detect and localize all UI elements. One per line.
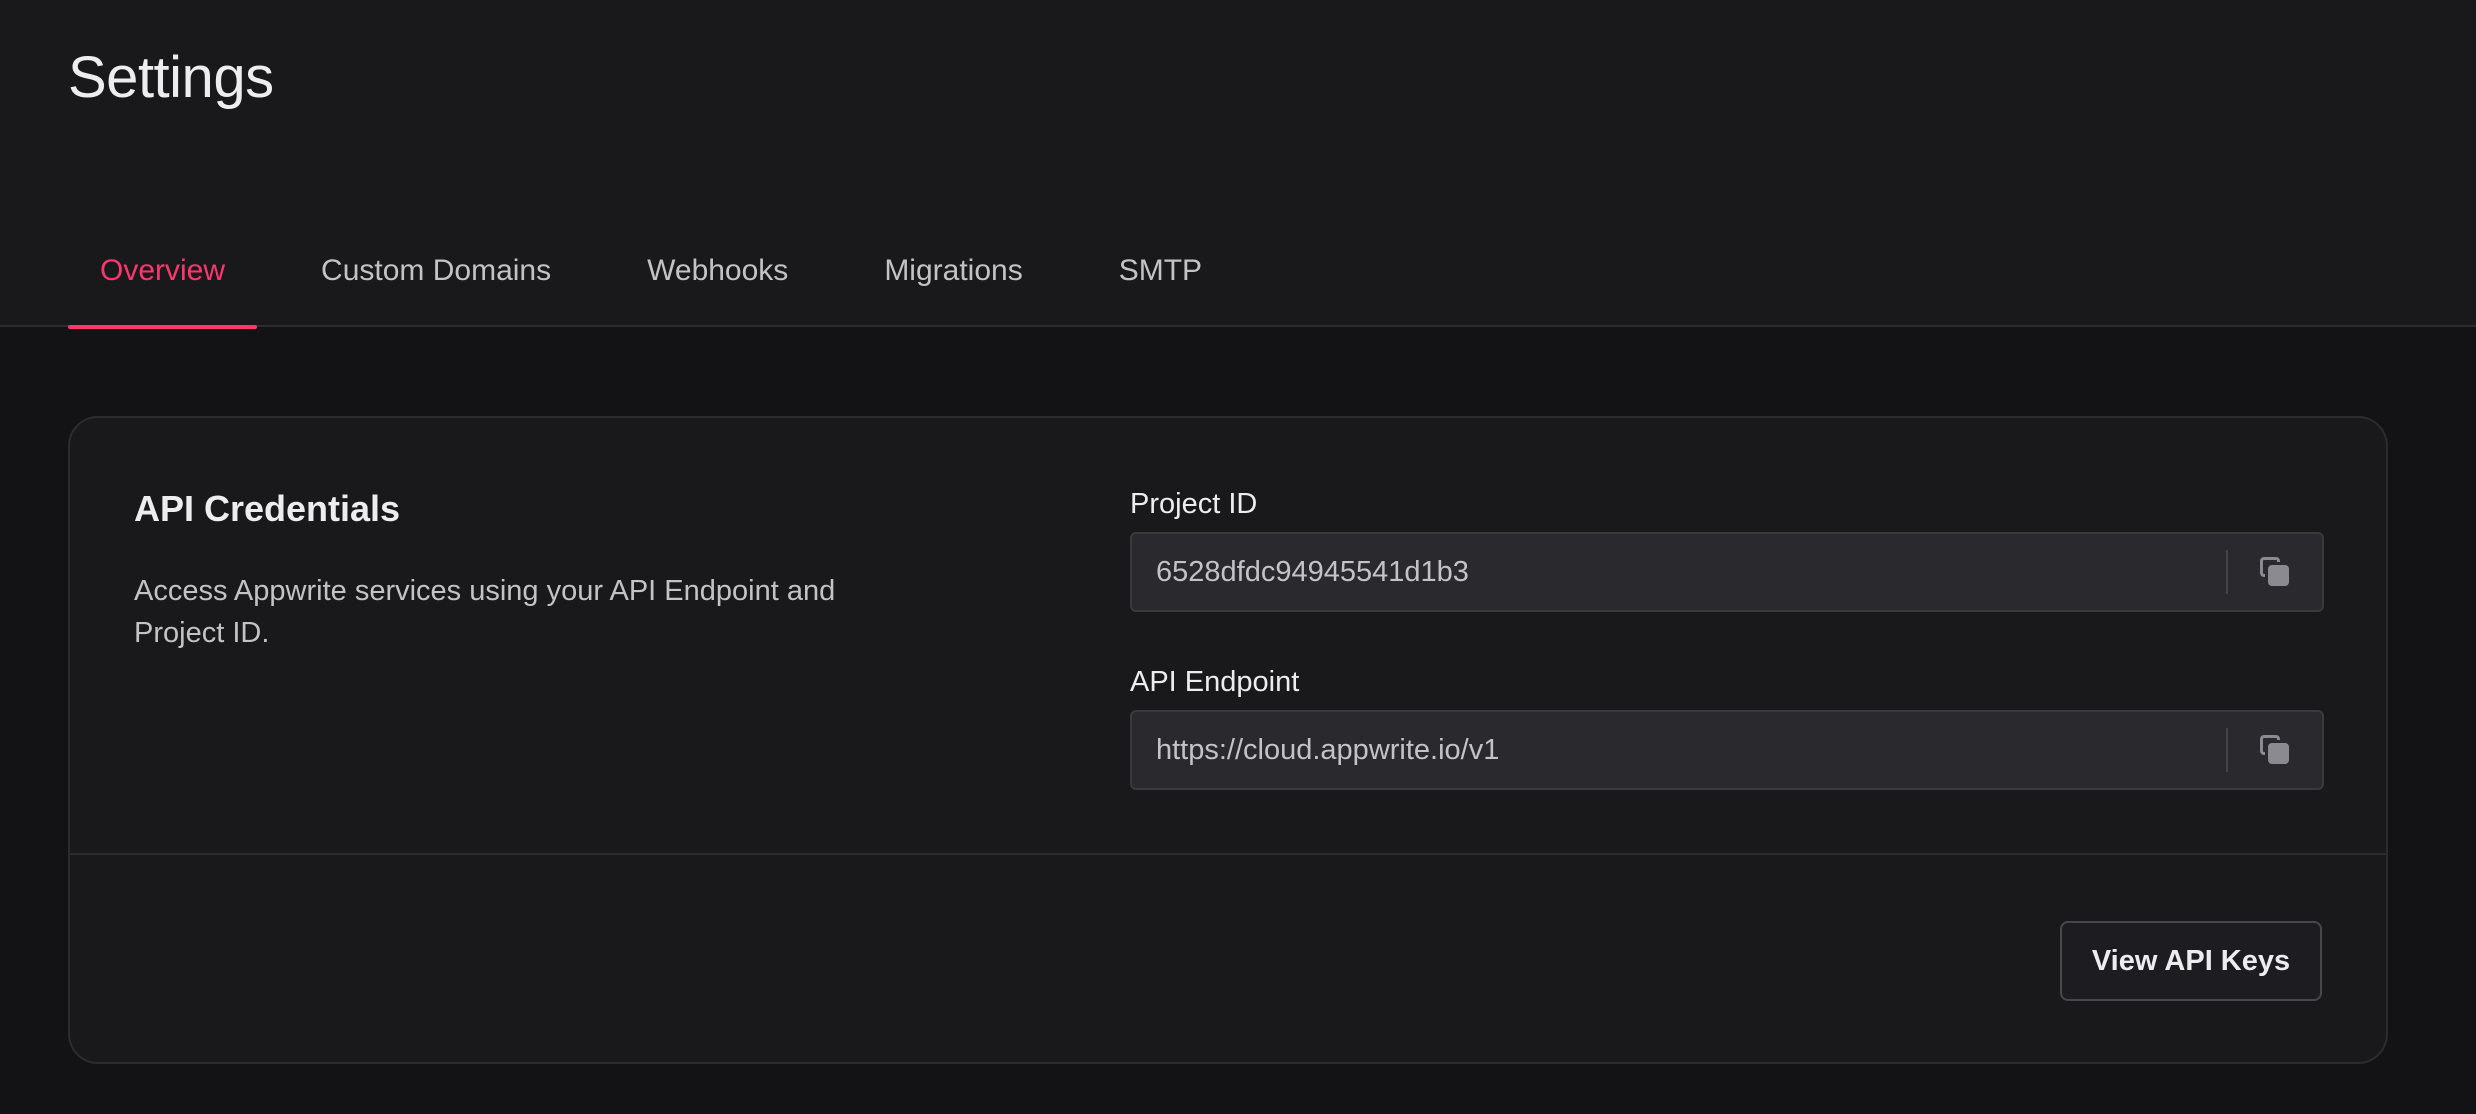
card-heading: API Credentials <box>134 488 401 529</box>
settings-page: Settings Overview Custom Domains Webhook… <box>0 0 2476 1114</box>
card-body: API Credentials Access Appwrite services… <box>70 418 2386 855</box>
project-id-value[interactable]: 6528dfdc94945541d1b3 <box>1132 556 2226 589</box>
copy-icon <box>2260 557 2290 587</box>
tab-custom-domains[interactable]: Custom Domains <box>289 240 583 327</box>
project-id-field: 6528dfdc94945541d1b3 <box>1130 532 2324 612</box>
page-title: Settings <box>68 45 274 110</box>
settings-tabs: Overview Custom Domains Webhooks Migrati… <box>68 240 1266 329</box>
page-header: Settings Overview Custom Domains Webhook… <box>0 0 2476 329</box>
copy-icon <box>2260 735 2290 765</box>
project-id-label: Project ID <box>1130 488 1258 520</box>
card-footer: View API Keys <box>70 855 2386 1062</box>
card-description: Access Appwrite services using your API … <box>134 575 836 649</box>
api-endpoint-field: https://cloud.appwrite.io/v1 <box>1130 710 2324 790</box>
tab-overview[interactable]: Overview <box>68 240 258 329</box>
tab-smtp[interactable]: SMTP <box>1087 240 1234 327</box>
tab-migrations[interactable]: Migrations <box>852 240 1054 327</box>
copy-project-id-button[interactable] <box>2228 532 2322 612</box>
api-credentials-card: API Credentials Access Appwrite services… <box>68 416 2388 1064</box>
api-endpoint-label: API Endpoint <box>1130 666 1300 698</box>
view-api-keys-button[interactable]: View API Keys <box>2060 921 2322 1001</box>
copy-api-endpoint-button[interactable] <box>2228 710 2322 790</box>
api-endpoint-value[interactable]: https://cloud.appwrite.io/v1 <box>1132 734 2226 767</box>
tab-webhooks[interactable]: Webhooks <box>615 240 820 327</box>
